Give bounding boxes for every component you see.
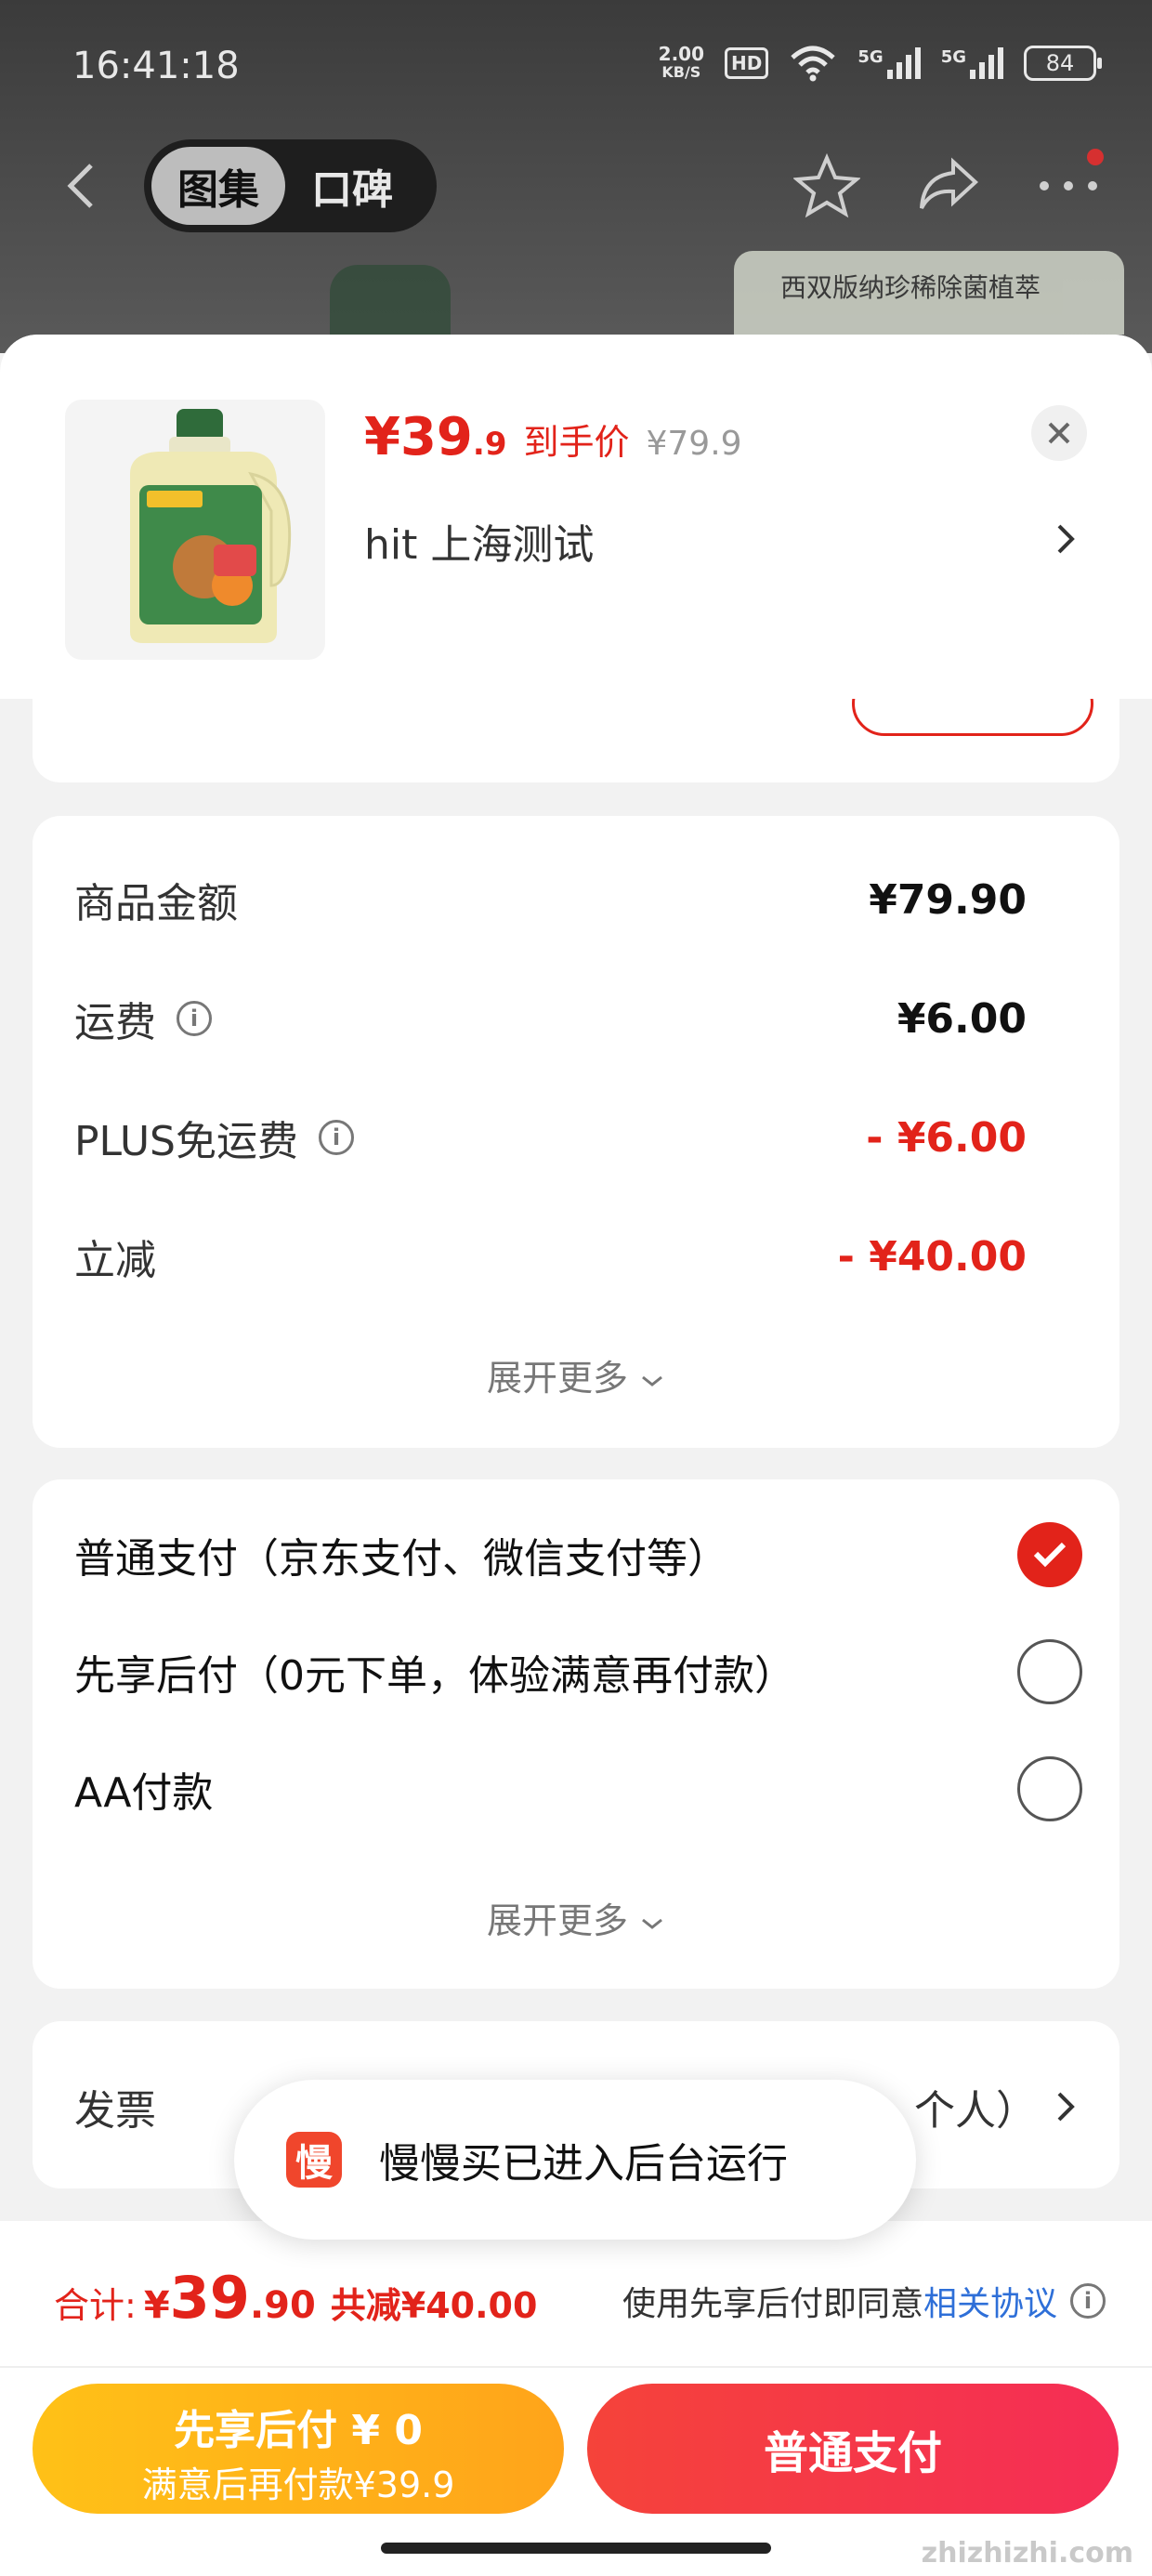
final-price-tag: 到手价 [523, 422, 630, 463]
tab-reviews[interactable]: 口碑 [285, 147, 419, 225]
status-time: 16:41:18 [72, 45, 240, 87]
close-icon [1048, 422, 1070, 444]
cropped-recommendation-card [33, 671, 1119, 782]
back-button[interactable] [56, 158, 111, 214]
normal-pay-button[interactable]: 普通支付 [587, 2384, 1119, 2514]
tab-gallery[interactable]: 图集 [151, 147, 285, 225]
payment-option-aa[interactable]: AA付款 [74, 1756, 1082, 1821]
background-page: 16:41:18 2.00 KB/S HD 5G 5G 84 图集 口碑 西双版… [0, 0, 1152, 358]
product-image [65, 400, 325, 660]
final-price: ¥39.9 [364, 407, 507, 467]
expand-more-payment[interactable]: 展开更多 [33, 1892, 1119, 1943]
expand-more-summary[interactable]: 展开更多 [33, 1349, 1119, 1400]
footer-divider [0, 2366, 1152, 2368]
nav-actions [790, 149, 1106, 219]
checkout-footer: 合计: ¥ 39 .90 共减¥40.00 使用先享后付即同意 相关协议 i 先… [0, 2221, 1152, 2576]
payment-method-card: 普通支付（京东支付、微信支付等） 先享后付（0元下单，体验满意再付款） AA付款… [33, 1479, 1119, 1989]
total-price: 合计: ¥ 39 .90 共减¥40.00 [54, 2264, 538, 2332]
total-saved: 共减¥40.00 [330, 2285, 538, 2326]
chevron-right-icon [1057, 2092, 1075, 2122]
gallery-tabs: 图集 口碑 [144, 139, 437, 232]
battery-icon: 84 [1024, 46, 1102, 81]
net-speed: 2.00 KB/S [658, 43, 705, 81]
more-button[interactable] [1031, 149, 1106, 219]
radio-icon[interactable] [1017, 1639, 1082, 1704]
background-running-toast: 慢 慢慢买已进入后台运行 [234, 2080, 916, 2240]
detergent-bottle-image [130, 409, 292, 643]
summary-row-shipping: 运费 i ¥6.00 [74, 994, 1027, 1047]
product-spec[interactable]: hit 上海测试 [364, 511, 594, 571]
background-banner: 西双版纳珍稀除菌植萃 [734, 251, 1124, 335]
chevron-down-icon [642, 1375, 662, 1387]
original-price: ¥79.9 [646, 425, 742, 463]
share-icon [920, 157, 978, 209]
summary-row-goods: 商品金额 ¥79.90 [74, 875, 1027, 928]
chevron-right-icon[interactable] [1055, 520, 1078, 558]
radio-checked-icon[interactable] [1017, 1522, 1082, 1587]
share-button[interactable] [910, 152, 985, 219]
back-arrow-icon [67, 164, 93, 208]
payment-option-normal[interactable]: 普通支付（京东支付、微信支付等） [74, 1522, 1082, 1587]
agreement-link[interactable]: 相关协议 [923, 2277, 1057, 2325]
payment-option-bnpl[interactable]: 先享后付（0元下单，体验满意再付款） [74, 1639, 1082, 1704]
home-indicator[interactable] [381, 2543, 771, 2554]
more-icon [1040, 181, 1097, 191]
summary-row-plus-free-shipping: PLUS免运费 i - ¥6.00 [74, 1113, 1027, 1166]
nav-bar: 图集 口碑 [0, 139, 1152, 232]
signal-icon-2: 5G [941, 47, 1003, 79]
info-icon[interactable]: i [1070, 2283, 1106, 2319]
bnpl-agreement: 使用先享后付即同意 相关协议 i [622, 2277, 1106, 2325]
watermark: zhizhizhi.com [921, 2537, 1133, 2569]
app-icon: 慢 [286, 2132, 342, 2188]
star-icon [793, 152, 860, 218]
hd-icon: HD [725, 47, 769, 79]
close-button[interactable] [1031, 405, 1087, 461]
invoice-value: 个人） [914, 2087, 1037, 2135]
price-summary-card: 商品金额 ¥79.90 运费 i ¥6.00 PLUS免运费 i - ¥6.00… [33, 816, 1119, 1448]
radio-icon[interactable] [1017, 1756, 1082, 1821]
info-icon[interactable]: i [177, 1001, 212, 1036]
notification-dot [1087, 149, 1104, 165]
price-line: ¥39.9 到手价 ¥79.9 [364, 407, 742, 467]
signal-icon-1: 5G [857, 47, 921, 79]
chevron-down-icon [642, 1918, 662, 1929]
toast-text: 慢慢买已进入后台运行 [379, 2140, 788, 2188]
info-icon[interactable]: i [319, 1120, 354, 1155]
wifi-icon [791, 46, 836, 82]
status-bar: 16:41:18 2.00 KB/S HD 5G 5G 84 [0, 0, 1152, 130]
favorite-button[interactable] [790, 152, 864, 219]
bnpl-button[interactable]: 先享后付 ¥ 0 满意后再付款¥39.9 [33, 2384, 564, 2514]
status-icons: 2.00 KB/S HD 5G 5G 84 [658, 43, 1102, 82]
checkmark-icon [1033, 1542, 1067, 1568]
summary-row-discount: 立减 - ¥40.00 [74, 1232, 1027, 1285]
product-header: ¥39.9 到手价 ¥79.9 hit 上海测试 [0, 335, 1152, 699]
